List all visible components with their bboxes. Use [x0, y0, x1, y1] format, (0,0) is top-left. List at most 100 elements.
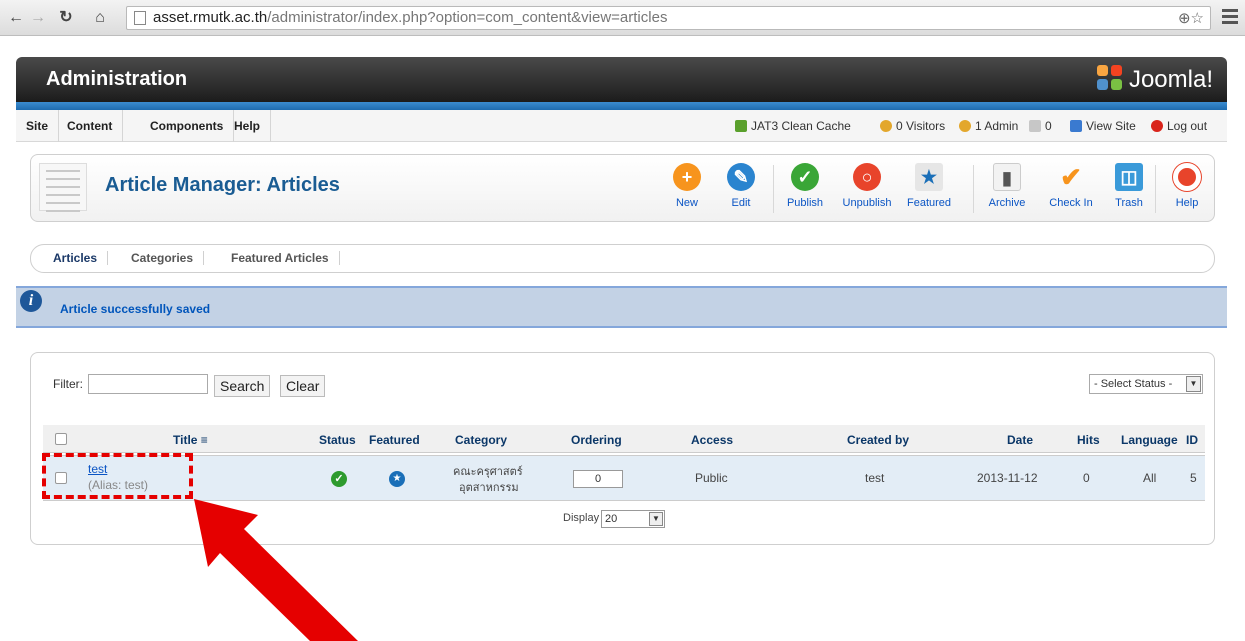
admins-status: 1 Admin [959, 119, 1018, 133]
joomla-brand-text: Joomla! [1128, 66, 1213, 93]
home-icon[interactable]: ⌂ [90, 8, 110, 28]
new-button[interactable]: + New [659, 161, 715, 209]
system-message: i Article successfully saved [16, 286, 1227, 328]
zoom-star-icon[interactable]: ⊕☆ [1178, 8, 1204, 30]
visitors-label: 0 Visitors [896, 119, 946, 133]
joomla-logo: Joomla! [1096, 65, 1213, 94]
tab-articles[interactable]: Articles [43, 251, 109, 265]
page-icon [134, 11, 146, 25]
menu-components[interactable]: Components [140, 110, 235, 142]
jat3-cache-label: JAT3 Clean Cache [751, 119, 851, 133]
visitors-icon [880, 120, 892, 132]
column-featured[interactable]: Featured [369, 433, 420, 447]
cache-icon [735, 120, 747, 132]
chevron-down-icon: ▼ [649, 512, 663, 526]
admin-title: Administration [46, 68, 188, 90]
edit-button[interactable]: ✎ Edit [713, 161, 769, 209]
help-button[interactable]: Help [1159, 161, 1215, 209]
help-button-label: Help [1175, 197, 1199, 209]
sort-icon: ≡ [200, 433, 208, 447]
reload-icon[interactable]: ↻ [56, 8, 76, 28]
page-title: Article Manager: Articles [105, 174, 340, 196]
featured-icon: ★ [915, 163, 943, 191]
column-created-by[interactable]: Created by [847, 433, 909, 447]
visitors-status: 0 Visitors [880, 119, 945, 133]
menu-help[interactable]: Help [224, 110, 272, 142]
admin-user-icon [959, 120, 971, 132]
clear-button[interactable]: Clear [280, 375, 326, 397]
hits-value: 0 [1083, 471, 1090, 485]
toolbar-divider [973, 165, 974, 213]
column-id[interactable]: ID [1186, 433, 1198, 447]
status-filter-select[interactable]: - Select Status - ▼ [1089, 374, 1203, 394]
column-ordering[interactable]: Ordering [571, 433, 622, 447]
column-hits[interactable]: Hits [1077, 433, 1100, 447]
column-category[interactable]: Category [455, 433, 507, 447]
menu-site[interactable]: Site [16, 110, 60, 142]
archive-button[interactable]: ▮ Archive [979, 161, 1035, 209]
plus-icon: + [673, 163, 701, 191]
forward-icon[interactable]: → [28, 8, 48, 28]
display-limit[interactable]: Display # 20 ▼ [563, 510, 665, 528]
toolbar-divider [773, 165, 774, 213]
language-value: All [1143, 471, 1157, 485]
unpublish-button-label: Unpublish [842, 197, 892, 209]
back-icon[interactable]: ← [6, 8, 26, 28]
url-host: asset.rmutk.ac.th [153, 9, 268, 26]
jat3-cache-link[interactable]: JAT3 Clean Cache [735, 119, 851, 133]
ordering-input[interactable]: 0 [573, 470, 623, 488]
red-arrow-icon [194, 499, 358, 641]
featured-button[interactable]: ★ Featured [901, 161, 957, 209]
check-in-button[interactable]: ✔ Check In [1043, 161, 1099, 209]
column-title-label: Title [173, 433, 198, 447]
messages-count: 0 [1045, 119, 1052, 133]
url-path: /administrator/index.php?option=com_cont… [267, 9, 668, 26]
featured-button-label: Featured [906, 197, 952, 209]
featured-star-icon[interactable]: ★ [389, 471, 405, 487]
tab-featured-articles[interactable]: Featured Articles [221, 251, 340, 265]
archive-button-label: Archive [988, 197, 1026, 209]
browser-menu-icon[interactable] [1222, 9, 1238, 27]
new-button-label: New [675, 197, 698, 209]
tab-categories[interactable]: Categories [121, 251, 205, 265]
edit-button-label: Edit [731, 197, 751, 209]
admins-label: 1 Admin [975, 119, 1019, 133]
browser-toolbar: ← → ↻ ⌂ asset.rmutk.ac.th/administrator/… [0, 0, 1245, 36]
column-status[interactable]: Status [319, 433, 356, 447]
created-by-value: test [865, 471, 885, 485]
trash-button-label: Trash [1115, 197, 1143, 209]
info-icon: i [20, 290, 42, 312]
status-filter-value: - Select Status - [1094, 378, 1173, 390]
submenu-tabs: Articles Categories Featured Articles [30, 244, 1215, 273]
date-value: 2013-11-12 [977, 471, 1038, 485]
trash-icon: ◫ [1115, 163, 1143, 191]
messages-icon [1029, 120, 1041, 132]
filter-search-input[interactable] [88, 374, 208, 394]
view-site-link[interactable]: View Site [1070, 119, 1136, 133]
checkin-icon: ✔ [1060, 162, 1082, 192]
publish-button[interactable]: ✓ Publish [777, 161, 833, 209]
admin-header: Administration Joomla! [16, 57, 1227, 102]
published-icon[interactable]: ✓ [331, 471, 347, 487]
display-limit-value: 20 [605, 513, 618, 525]
column-language[interactable]: Language [1121, 433, 1178, 447]
message-text: Article successfully saved [60, 302, 211, 316]
highlight-box [42, 453, 193, 499]
trash-button[interactable]: ◫ Trash [1101, 161, 1157, 209]
messages-status[interactable]: 0 [1029, 119, 1052, 133]
logout-link[interactable]: Log out [1151, 119, 1207, 133]
column-title[interactable]: Title ≡ [173, 433, 208, 447]
display-limit-select[interactable]: 20 ▼ [601, 510, 665, 528]
menu-content[interactable]: Content [57, 110, 124, 142]
column-access[interactable]: Access [691, 433, 733, 447]
view-site-icon [1070, 120, 1082, 132]
logout-label: Log out [1167, 119, 1208, 133]
address-bar[interactable]: asset.rmutk.ac.th/administrator/index.ph… [126, 6, 1211, 30]
search-button[interactable]: Search [214, 375, 271, 397]
unpublish-button[interactable]: ○ Unpublish [839, 161, 895, 209]
main-menubar: Site Content Components Help JAT3 Clean … [16, 110, 1227, 142]
check-icon: ✓ [791, 163, 819, 191]
column-date[interactable]: Date [1007, 433, 1033, 447]
select-all-checkbox[interactable] [55, 433, 67, 445]
id-value: 5 [1190, 471, 1197, 485]
